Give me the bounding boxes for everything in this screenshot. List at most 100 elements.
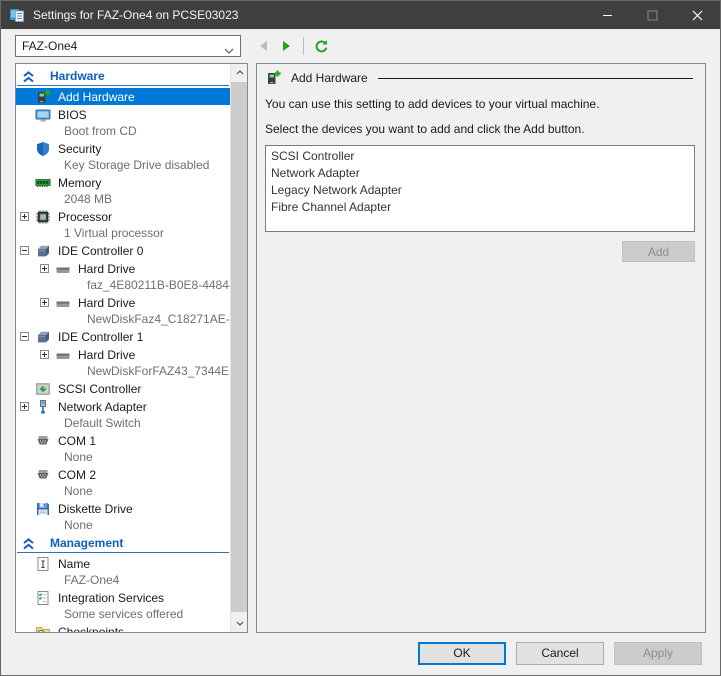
- toolbar-separator: [303, 37, 304, 55]
- settings-dialog: Settings for FAZ-One4 on PCSE03023 FAZ-O…: [0, 0, 721, 676]
- sidebar-item-label: Memory: [58, 176, 101, 190]
- sidebar-item-label: COM 1: [58, 434, 96, 448]
- processor-icon: [35, 209, 51, 225]
- sidebar-item-label: Network Adapter: [58, 400, 147, 414]
- network-adapter-icon: [35, 399, 51, 415]
- collapse-chevrons-icon[interactable]: [21, 537, 36, 550]
- sidebar-item-ide-controller-1[interactable]: IDE Controller 1: [16, 328, 230, 345]
- com-port-icon: [35, 433, 51, 449]
- scroll-up-icon[interactable]: [231, 64, 248, 81]
- maximize-icon: [630, 1, 675, 29]
- device-option-scsi-controller[interactable]: SCSI Controller: [266, 148, 694, 165]
- sidebar-item-label: IDE Controller 1: [58, 330, 143, 344]
- sidebar-item-processor[interactable]: Processor1 Virtual processor: [16, 208, 230, 241]
- sidebar-item-hard-drive[interactable]: Hard DriveNewDiskForFAZ43_7344EE...: [16, 346, 230, 379]
- apply-button[interactable]: Apply: [614, 642, 702, 665]
- name-icon: [35, 556, 51, 572]
- forward-icon[interactable]: [275, 35, 297, 57]
- sidebar-item-bios[interactable]: BIOSBoot from CD: [16, 106, 230, 139]
- sidebar-item-subtext: None: [16, 449, 230, 465]
- sidebar-item-ide-controller-0[interactable]: IDE Controller 0: [16, 242, 230, 259]
- sidebar-item-com-2[interactable]: COM 2None: [16, 466, 230, 499]
- chevron-down-icon: [224, 43, 234, 57]
- sidebar-scrollbar[interactable]: [230, 64, 247, 632]
- minimize-icon[interactable]: [585, 1, 630, 29]
- titlebar: Settings for FAZ-One4 on PCSE03023: [1, 1, 720, 29]
- settings-nav-panel: HardwareAdd HardwareBIOSBoot from CDSecu…: [15, 63, 248, 633]
- sidebar-item-hard-drive[interactable]: Hard DriveNewDiskFaz4_C18271AE-C...: [16, 294, 230, 327]
- sidebar-item-security[interactable]: SecurityKey Storage Drive disabled: [16, 140, 230, 173]
- sidebar-item-subtext: Key Storage Drive disabled: [16, 157, 230, 173]
- collapse-icon[interactable]: [20, 246, 35, 255]
- page-title: Add Hardware: [291, 71, 368, 85]
- sidebar-item-name[interactable]: NameFAZ-One4: [16, 555, 230, 588]
- expand-icon[interactable]: [40, 350, 55, 359]
- sidebar-item-add-hardware[interactable]: Add Hardware: [16, 88, 230, 105]
- hard-drive-icon: [55, 261, 71, 277]
- refresh-icon[interactable]: [310, 35, 332, 57]
- dialog-footer: OK Cancel Apply: [1, 631, 720, 675]
- vm-selector-value: FAZ-One4: [22, 39, 77, 53]
- scrollbar-thumb[interactable]: [231, 82, 248, 612]
- bios-icon: [35, 107, 51, 123]
- security-icon: [35, 141, 51, 157]
- sidebar-item-diskette-drive[interactable]: Diskette DriveNone: [16, 500, 230, 533]
- section-label: Management: [50, 536, 123, 550]
- sidebar-item-label: Add Hardware: [58, 90, 135, 104]
- expand-icon[interactable]: [20, 402, 35, 411]
- sidebar-item-label: Integration Services: [58, 591, 164, 605]
- header-rule: [378, 78, 693, 79]
- sidebar-item-com-1[interactable]: COM 1None: [16, 432, 230, 465]
- sidebar-item-subtext: 2048 MB: [16, 191, 230, 207]
- collapse-chevrons-icon[interactable]: [21, 70, 36, 83]
- scroll-down-icon[interactable]: [231, 615, 248, 632]
- sidebar-item-subtext: 1 Virtual processor: [16, 225, 230, 241]
- add-hardware-icon: [265, 70, 281, 86]
- section-header-hardware[interactable]: Hardware: [17, 67, 229, 86]
- memory-icon: [35, 175, 51, 191]
- sidebar-item-scsi-controller[interactable]: SCSI Controller: [16, 380, 230, 397]
- ide-controller-icon: [35, 243, 51, 259]
- expand-icon[interactable]: [40, 298, 55, 307]
- ok-button[interactable]: OK: [418, 642, 506, 665]
- sidebar-item-label: Processor: [58, 210, 112, 224]
- sidebar-item-label: Hard Drive: [78, 348, 135, 362]
- sidebar-item-label: COM 2: [58, 468, 96, 482]
- sidebar-item-label: BIOS: [58, 108, 87, 122]
- add-button[interactable]: Add: [622, 241, 695, 262]
- expand-icon[interactable]: [20, 212, 35, 221]
- sidebar-item-memory[interactable]: Memory2048 MB: [16, 174, 230, 207]
- sidebar-item-integration-services[interactable]: Integration ServicesSome services offere…: [16, 589, 230, 622]
- device-option-network-adapter[interactable]: Network Adapter: [266, 165, 694, 182]
- device-listbox[interactable]: SCSI ControllerNetwork AdapterLegacy Net…: [265, 145, 695, 232]
- com-port-icon: [35, 467, 51, 483]
- add-hardware-page: Add Hardware You can use this setting to…: [256, 63, 706, 633]
- description-line-1: You can use this setting to add devices …: [265, 97, 693, 111]
- expand-icon[interactable]: [40, 264, 55, 273]
- vm-selector[interactable]: FAZ-One4: [15, 35, 241, 57]
- sidebar-item-subtext: None: [16, 517, 230, 533]
- sidebar-item-subtext: FAZ-One4: [16, 572, 230, 588]
- section-header-management[interactable]: Management: [17, 534, 229, 553]
- sidebar-item-network-adapter[interactable]: Network AdapterDefault Switch: [16, 398, 230, 431]
- sidebar-item-hard-drive[interactable]: Hard Drivefaz_4E80211B-B0E8-4484-...: [16, 260, 230, 293]
- sidebar-item-label: Diskette Drive: [58, 502, 133, 516]
- sidebar-item-subtext: Boot from CD: [16, 123, 230, 139]
- back-icon[interactable]: [253, 35, 275, 57]
- scsi-controller-icon: [35, 381, 51, 397]
- hard-drive-icon: [55, 295, 71, 311]
- close-icon[interactable]: [675, 1, 720, 29]
- add-hardware-icon: [35, 89, 51, 105]
- cancel-button[interactable]: Cancel: [516, 642, 604, 665]
- sidebar-item-label: Security: [58, 142, 101, 156]
- sidebar-item-subtext: faz_4E80211B-B0E8-4484-...: [16, 277, 230, 293]
- device-option-fibre-channel-adapter[interactable]: Fibre Channel Adapter: [266, 199, 694, 216]
- section-label: Hardware: [50, 69, 105, 83]
- collapse-icon[interactable]: [20, 332, 35, 341]
- window-title: Settings for FAZ-One4 on PCSE03023: [33, 8, 585, 22]
- sidebar-item-label: Name: [58, 557, 90, 571]
- device-option-legacy-network-adapter[interactable]: Legacy Network Adapter: [266, 182, 694, 199]
- toolbar: FAZ-One4: [1, 29, 720, 63]
- diskette-icon: [35, 501, 51, 517]
- hard-drive-icon: [55, 347, 71, 363]
